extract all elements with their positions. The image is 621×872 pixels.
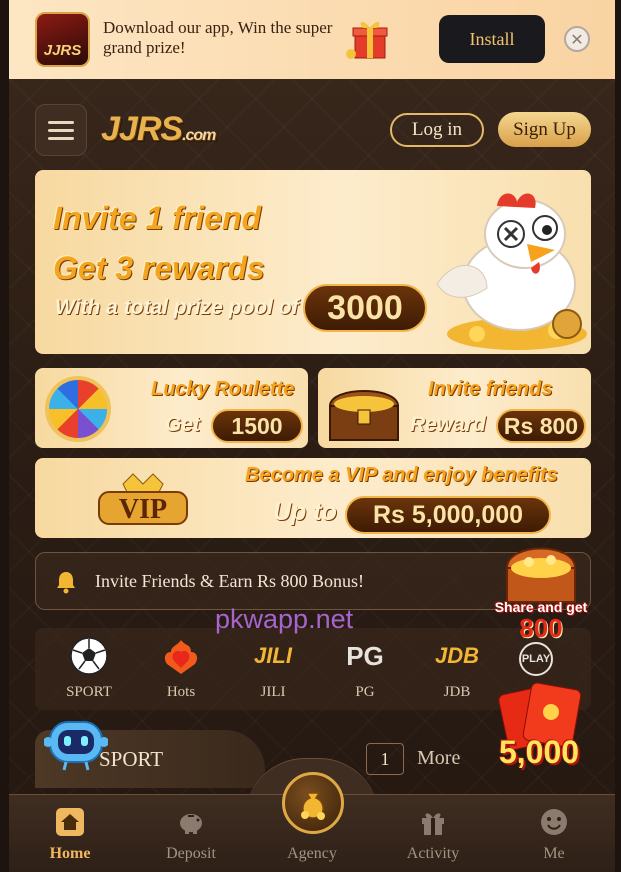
category-pg[interactable]: PG PG (319, 628, 411, 710)
notice-text: Invite Friends & Earn Rs 800 Bonus! (95, 571, 364, 591)
category-sport[interactable]: SPORT (43, 628, 135, 710)
smiley-face-icon (541, 809, 567, 835)
category-jili[interactable]: JILI JILI (227, 628, 319, 710)
lucky-roulette-banner[interactable]: Lucky Roulette Get 1500 (35, 368, 308, 448)
soccer-ball-icon (70, 637, 108, 675)
watermark-text: pkwapp.net (215, 604, 354, 634)
menu-button[interactable] (35, 104, 87, 156)
brand-suffix: .com (182, 127, 216, 144)
promo-line-1: Invite 1 friend (53, 200, 262, 236)
chicken-mascot-icon (436, 193, 587, 350)
roulette-label: Get (165, 413, 201, 436)
brand-name: JJRS (101, 110, 183, 148)
invite-friend-banner[interactable]: Invite 1 friend Get 3 rewards With a tot… (35, 170, 591, 354)
brand-logo[interactable]: JJRS.com (101, 110, 216, 150)
invite-title: Invite friends (428, 378, 553, 400)
login-button[interactable]: Log in (390, 113, 484, 147)
vip-badge-icon: VIP (98, 473, 188, 525)
nav-deposit[interactable]: Deposit (136, 795, 246, 872)
category-label: JILI (260, 684, 286, 700)
app-root: JJRS Download our app, Win the super gra… (9, 0, 615, 872)
app-logo-icon: JJRS (35, 12, 90, 67)
category-label: Hots (166, 684, 196, 700)
roulette-wheel-icon (45, 376, 111, 442)
fire-heart-icon (164, 640, 198, 674)
download-banner: JJRS Download our app, Win the super gra… (9, 0, 615, 79)
page-number[interactable]: 1 (366, 743, 404, 775)
nav-label: Me (543, 845, 565, 862)
nav-label: Agency (287, 845, 337, 862)
nav-label: Activity (406, 845, 460, 862)
invite-friends-banner[interactable]: Invite friends Reward Rs 800 (318, 368, 591, 448)
menu-icon-bar (48, 128, 74, 132)
menu-icon-bar (48, 136, 74, 140)
menu-icon-bar (48, 120, 74, 124)
pg-logo-icon: PG (346, 640, 384, 671)
category-hots[interactable]: Hots (135, 628, 227, 710)
install-button[interactable]: Install (439, 15, 545, 63)
download-message: Download our app, Win the super grand pr… (103, 18, 333, 57)
roulette-title: Lucky Roulette (151, 378, 295, 400)
nav-me[interactable]: Me (499, 795, 609, 872)
gift-icon (422, 813, 444, 835)
vip-banner[interactable]: VIP Become a VIP and enjoy benefits Up t… (35, 458, 591, 538)
category-label: SPORT (66, 684, 112, 700)
promo-line-3: With a total prize pool of (55, 296, 299, 319)
bell-icon (57, 572, 75, 594)
jdb-logo-icon: JDB (434, 643, 479, 668)
vip-title: Become a VIP and enjoy benefits (245, 464, 558, 486)
treasure-chest-icon (328, 390, 400, 441)
section-title: SPORT (99, 747, 164, 771)
money-bag-icon (301, 792, 325, 820)
nav-activity[interactable]: Activity (378, 795, 488, 872)
invite-value: Rs 800 (496, 409, 586, 443)
agency-button[interactable] (282, 772, 344, 834)
envelope-value: 5,000 (498, 734, 580, 770)
home-icon (56, 808, 84, 836)
more-link[interactable]: More (417, 747, 460, 770)
category-label: PG (355, 684, 375, 700)
vip-value: Rs 5,000,000 (345, 496, 551, 534)
piggy-bank-icon (180, 814, 202, 834)
prize-pool-value: 3000 (303, 284, 427, 332)
share-value: 800 (519, 613, 563, 643)
svg-text:VIP: VIP (119, 494, 167, 525)
jili-logo-icon: JILI (254, 643, 292, 668)
nav-label: Deposit (166, 845, 216, 862)
invite-label: Reward (410, 413, 486, 436)
signup-button[interactable]: Sign Up (498, 112, 591, 147)
nav-home[interactable]: Home (15, 795, 125, 872)
play-logo-icon: PLAY (519, 642, 553, 676)
promo-line-2: Get 3 rewards (53, 250, 265, 286)
gift-box-icon (346, 21, 388, 59)
vip-label: Up to (273, 498, 337, 526)
close-icon[interactable]: ✕ (564, 26, 590, 52)
nav-label: Home (49, 845, 91, 862)
roulette-value: 1500 (211, 409, 303, 443)
